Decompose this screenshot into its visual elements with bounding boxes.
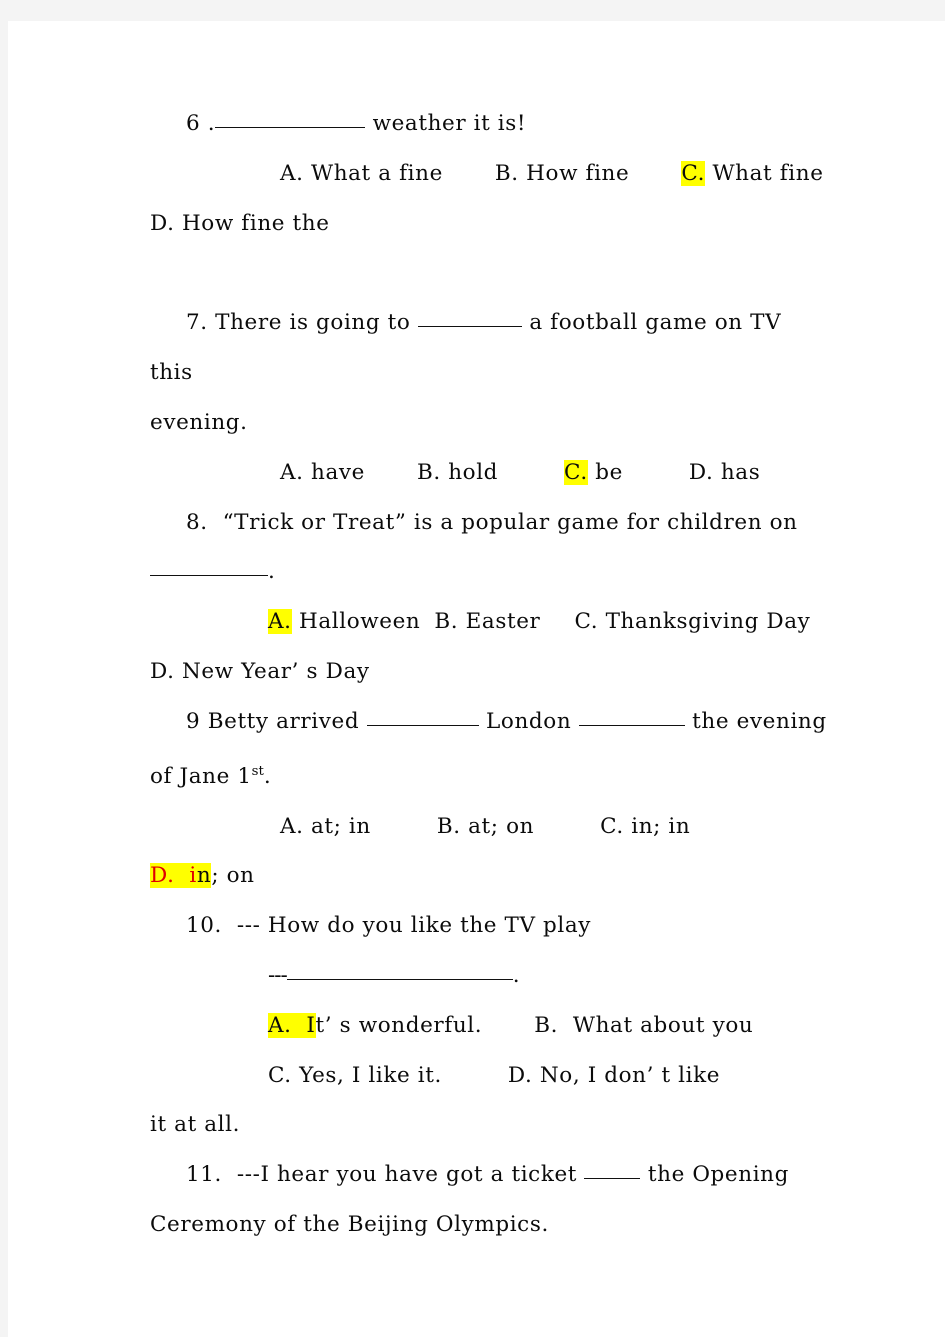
question-8-option-d-text: New Year’ s Day [174,658,370,684]
question-9-stem-post: the evening [684,708,827,734]
question-8-stem-period: . [268,559,276,585]
question-6-options-line-2: D. How fine the [150,199,830,249]
question-8-options-line-1: A. Halloween B. Easter C. Thanksgiving Day [150,597,830,647]
question-10-stem: 10. --- How do you like the TV play [150,901,830,951]
question-8-option-b-label[interactable]: B. [434,609,458,634]
question-9-option-c-label[interactable]: C. [600,814,624,839]
question-9-blank-1 [366,704,479,726]
question-10-answer-prompt: ---. [150,951,830,1001]
question-8-stem-text: “Trick or Treat” is a popular game for c… [207,509,798,535]
question-9-option-c-text: in; in [623,813,691,839]
question-6-option-c-label[interactable]: C. [681,160,706,186]
question-8-option-c-text: Thanksgiving Day [598,609,811,635]
question-9-stem-pre: Betty arrived [200,708,367,734]
question-10-option-b-label[interactable]: B. [534,1013,558,1038]
question-6-options-line-1: A. What a fine B. How fine C. What fine [150,149,830,199]
question-10-option-c-text: Yes, I like it. [291,1062,442,1088]
question-10-option-a-label[interactable]: A. I [268,1012,316,1038]
question-8-number: 8. [186,509,208,535]
question-8-stem: 8. “Trick or Treat” is a popular game fo… [150,498,830,548]
question-10-number: 10. [186,913,222,939]
question-10-options-line-2: C. Yes, I like it. D. No, I don’ t like [150,1051,830,1101]
question-7-option-a-label[interactable]: A. [280,460,304,485]
question-6-option-c-text: What fine [705,160,824,186]
question-9-option-b-label[interactable]: B. [437,814,461,839]
question-10-option-d-label[interactable]: D. [508,1063,533,1088]
question-8-option-c-label[interactable]: C. [574,609,598,634]
question-9-option-d-text-highlight-tail: n [196,863,212,889]
question-7-option-a-text: have [303,459,365,485]
document-page: 6 . weather it is! A. What a fine B. How … [8,21,945,1337]
question-6-option-d-label[interactable]: D. [150,211,175,236]
question-6-option-b-label[interactable]: B. [495,161,519,186]
question-10-option-b-text: What about you [558,1012,754,1038]
question-9-option-d-text: ; on [211,863,255,889]
question-10-options-line-1: A. It’ s wonderful. B. What about you [150,1001,830,1051]
question-9-number: 9 [186,708,201,734]
document-body: 6 . weather it is! A. What a fine B. How … [150,99,830,1250]
question-6-blank [215,107,366,128]
question-10-option-c-label[interactable]: C. [268,1063,292,1088]
question-8-option-a-label[interactable]: A. [268,609,292,635]
question-10-option-a-text: t’ s wonderful. [315,1012,483,1038]
question-11-stem-post: the Opening [640,1162,789,1188]
question-8-stem-wrap: . [150,547,830,597]
question-9-options-line-2: D. in; on [150,851,830,901]
question-8-option-b-text: Easter [458,609,541,635]
question-11-stem: 11. ---I hear you have got a ticket the … [150,1150,830,1200]
question-6-option-a-label[interactable]: A. [280,161,304,186]
question-6-option-a-text: What a fine [303,160,443,186]
question-8-option-a-text: Halloween [291,609,421,635]
question-9-ordinal-suffix: st [251,763,264,779]
question-11-blank [584,1158,641,1180]
question-10-stem-text: --- How do you like the TV play [222,913,592,939]
question-8-blank [150,555,268,577]
question-7-option-b-label[interactable]: B. [417,460,441,485]
question-8-options-line-2: D. New Year’ s Day [150,647,830,697]
question-7-option-c-label[interactable]: C. [564,459,588,485]
question-6-stem-text: weather it is! [365,111,527,136]
question-9-stem-wrap-post: . [263,763,272,789]
question-7-stem-wrap: evening. [150,409,248,435]
question-9-stem-mid: London [478,708,579,734]
question-6-option-b-text: How fine [518,160,630,186]
question-9-options-line-1: A. at; in B. at; on C. in; in [150,802,830,852]
question-7-options-line-1: A. have B. hold C. be D. has [150,448,830,498]
question-9-option-a-label[interactable]: A. [280,814,304,839]
question-10-prompt-period: . [512,962,521,988]
question-7-number: 7. [186,310,208,336]
question-10-prompt-dashes: --- [268,962,288,988]
question-7-blank [417,306,522,328]
question-9-option-d-label[interactable]: D. i [150,863,197,889]
question-7-option-d-text: has [713,459,761,485]
question-10-options-wrap: it at all. [150,1112,241,1138]
question-7-option-d-label[interactable]: D. [689,460,714,485]
question-7-stem-pre: There is going to [207,310,418,336]
question-9-option-a-text: at; in [303,813,371,839]
question-9-stem: 9 Betty arrived London the evening [150,697,830,747]
question-10-option-d-text: No, I don’ t like [532,1062,721,1088]
question-9-stem-wrap-pre: of Jane 1 [150,763,252,789]
question-10-answer-blank [286,958,513,980]
question-6-number: 6 . [186,111,216,136]
question-6-option-d-text: How fine the [174,210,330,236]
question-8-option-d-label[interactable]: D. [150,659,175,684]
question-7-stem: 7. There is going to a football game on … [150,298,830,398]
question-9-blank-2 [578,704,685,726]
question-9-stem-wrap: of Jane 1st. [150,747,830,802]
question-7-option-c-text: be [587,459,623,485]
question-11-number: 11. [186,1162,222,1188]
question-11-stem-pre: ---I hear you have got a ticket [222,1162,585,1188]
question-6-stem: 6 . weather it is! [150,99,830,149]
question-9-option-b-text: at; on [460,813,535,839]
question-7-option-b-text: hold [440,459,499,485]
question-11-stem-wrap: Ceremony of the Beijing Olympics. [150,1211,549,1237]
